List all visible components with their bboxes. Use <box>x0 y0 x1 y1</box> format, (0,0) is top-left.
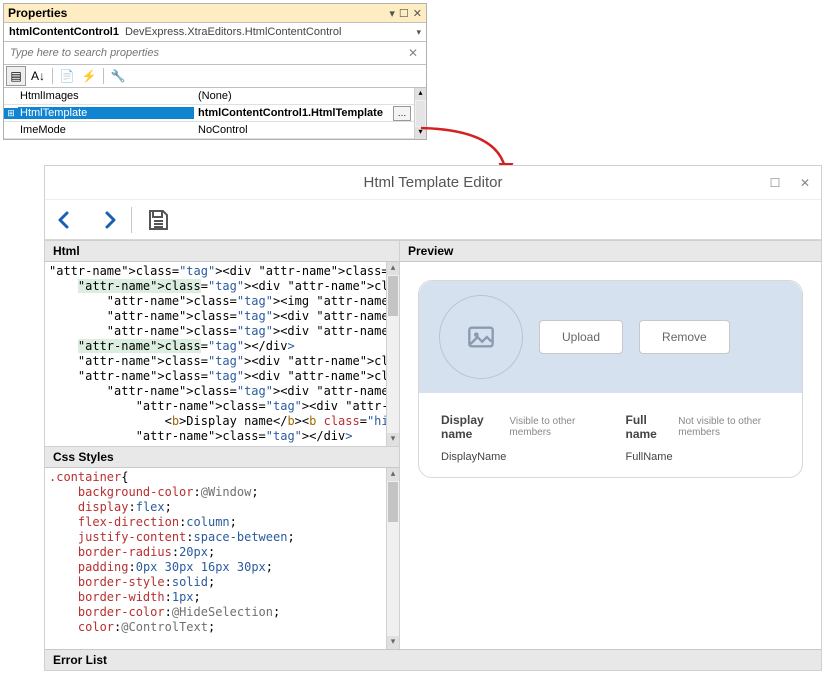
display-name-field: Display name Visible to other members Di… <box>441 413 596 463</box>
remove-button[interactable]: Remove <box>639 320 730 354</box>
close-icon[interactable]: ✕ <box>413 7 422 20</box>
categorized-icon[interactable]: ▤ <box>6 66 26 86</box>
scroll-up-icon[interactable]: ▴ <box>415 88 426 100</box>
close-icon[interactable]: ✕ <box>797 176 813 190</box>
control-name: htmlContentControl1 <box>9 26 119 38</box>
properties-panel: Properties ▾ ☐ ✕ htmlContentControl1 Dev… <box>3 3 427 140</box>
ellipsis-button[interactable]: … <box>393 106 411 121</box>
avatar-placeholder <box>439 295 523 379</box>
field-value: DisplayName <box>441 451 596 463</box>
avatar-section: Upload Remove <box>419 281 802 393</box>
field-label: Display name <box>441 413 501 441</box>
editor-titlebar: Html Template Editor ☐ ✕ <box>45 166 821 200</box>
undo-button[interactable] <box>55 206 83 234</box>
properties-title: Properties <box>8 6 389 20</box>
field-label: Full name <box>626 413 671 441</box>
toolbar-divider <box>52 68 53 84</box>
code-column: Html "attr-name">class="tag"><div "attr-… <box>45 241 400 649</box>
image-icon <box>467 323 495 351</box>
control-type: DevExpress.XtraEditors.HtmlContentContro… <box>125 26 416 38</box>
error-list-header: Error List <box>45 649 821 670</box>
property-row[interactable]: ImeMode NoControl <box>4 122 414 139</box>
property-value[interactable]: NoControl <box>194 124 414 136</box>
expand-icon[interactable]: ⊞ <box>4 108 18 119</box>
property-search: ✕ <box>4 42 426 65</box>
clear-search-icon[interactable]: ✕ <box>402 46 424 60</box>
toolbar-divider <box>103 68 104 84</box>
preview-column: Preview Upload Remove Display name <box>400 241 821 649</box>
editor-title: Html Template Editor <box>364 174 503 191</box>
save-button[interactable] <box>144 206 172 234</box>
property-name: ImeMode <box>18 124 194 136</box>
events-icon[interactable]: ⚡ <box>79 66 99 86</box>
css-code-area[interactable]: .container{ background-color:@Window; di… <box>45 468 386 649</box>
preview-pane: Upload Remove Display name Visible to ot… <box>400 262 821 649</box>
css-section-header: Css Styles <box>45 447 399 468</box>
preview-section-header: Preview <box>400 241 821 262</box>
maximize-icon[interactable]: ☐ <box>399 7 409 20</box>
upload-button[interactable]: Upload <box>539 320 623 354</box>
html-section-header: Html <box>45 241 399 262</box>
wrench-icon[interactable]: 🔧 <box>108 66 128 86</box>
toolbar-divider <box>131 207 132 233</box>
properties-header-buttons: ▾ ☐ ✕ <box>389 7 422 20</box>
property-row-selected[interactable]: ⊞ HtmlTemplate htmlContentControl1.HtmlT… <box>4 105 414 122</box>
chevron-down-icon[interactable]: ▾ <box>416 27 421 38</box>
scroll-thumb[interactable] <box>416 101 425 126</box>
property-value[interactable]: (None) <box>194 90 414 102</box>
search-input[interactable] <box>6 44 402 62</box>
scrollbar[interactable]: ▴▾ <box>386 262 399 446</box>
dropdown-icon[interactable]: ▾ <box>389 7 395 20</box>
property-name: HtmlTemplate <box>18 107 194 119</box>
property-value[interactable]: htmlContentControl1.HtmlTemplate <box>194 107 393 119</box>
maximize-icon[interactable]: ☐ <box>767 176 783 190</box>
editor-toolbar <box>45 200 821 240</box>
field-value: FullName <box>626 451 781 463</box>
alphabetical-icon[interactable]: A↓ <box>28 66 48 86</box>
property-name: HtmlImages <box>18 90 194 102</box>
scrollbar[interactable]: ▴▾ <box>386 468 399 649</box>
redo-button[interactable] <box>91 206 119 234</box>
scrollbar[interactable]: ▴ ▾ <box>414 88 426 139</box>
preview-card: Upload Remove Display name Visible to ot… <box>418 280 803 478</box>
field-hint: Not visible to other members <box>678 416 780 438</box>
properties-icon[interactable]: 📄 <box>57 66 77 86</box>
property-grid: HtmlImages (None) ⊞ HtmlTemplate htmlCon… <box>4 88 414 139</box>
html-code-area[interactable]: "attr-name">class="tag"><div "attr-name"… <box>45 262 386 446</box>
properties-header: Properties ▾ ☐ ✕ <box>4 4 426 23</box>
full-name-field: Full name Not visible to other members F… <box>626 413 781 463</box>
scroll-down-icon[interactable]: ▾ <box>415 127 426 139</box>
field-hint: Visible to other members <box>509 416 595 438</box>
property-row[interactable]: HtmlImages (None) <box>4 88 414 105</box>
control-selector[interactable]: htmlContentControl1 DevExpress.XtraEdito… <box>4 23 426 42</box>
html-template-editor: Html Template Editor ☐ ✕ Html "attr-name… <box>44 165 822 671</box>
properties-toolbar: ▤ A↓ 📄 ⚡ 🔧 <box>4 65 426 88</box>
